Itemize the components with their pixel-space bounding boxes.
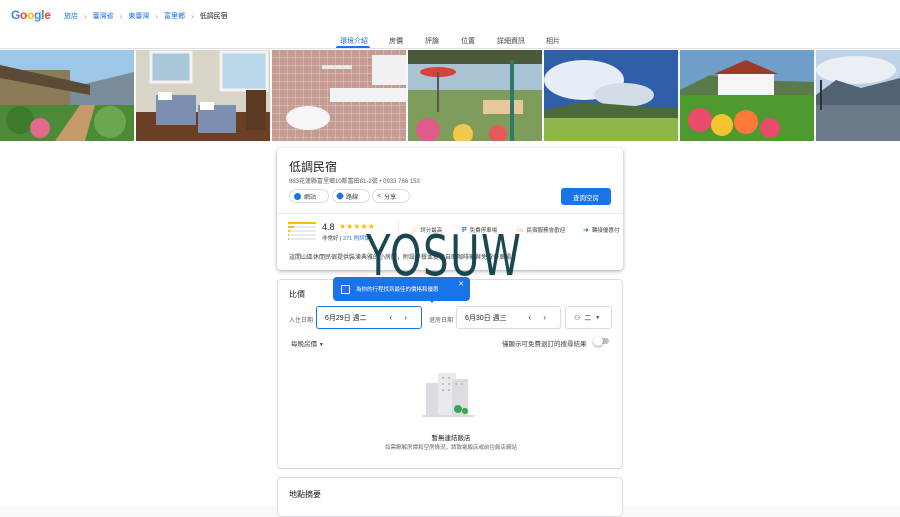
price-comparison-card: 比價 為你的行程找到最佳的價格和優惠 ✕ 入住日期 6月29日 週二 ‹ › 退… [277, 277, 623, 469]
logo-letter: o [27, 8, 35, 22]
logo-letter: g [34, 8, 42, 22]
tab-overview[interactable]: 環境介紹 [340, 36, 368, 46]
no-results-title: 暫無連結飯店 [431, 435, 471, 442]
amenity-service: ▭ 民宿服務會歡迎 [517, 226, 565, 234]
rating-score: 4.8 [322, 222, 335, 232]
logo-letter: e [44, 8, 51, 22]
breadcrumb-separator: › [155, 11, 159, 21]
guests-value: 二 [584, 314, 592, 322]
checkin-label: 入住日期 [289, 318, 314, 324]
logo-letter: G [11, 8, 21, 22]
logo-letter: o [20, 8, 28, 22]
arrow-icon: ➜ [583, 227, 589, 234]
person-icon: ⚇ [574, 314, 581, 322]
photo-sea-mountains[interactable] [816, 50, 900, 141]
chevron-down-icon: ▼ [595, 314, 601, 321]
chevron-down-icon: ▼ [318, 342, 324, 348]
tab-details[interactable]: 詳細資訊 [497, 36, 525, 46]
photo-garden-path[interactable] [0, 50, 134, 141]
breadcrumb-separator: › [191, 11, 194, 21]
share-icon: < [377, 192, 382, 200]
rating-distribution [288, 222, 316, 242]
photo-strip [0, 50, 900, 141]
breadcrumb-separator: › [84, 11, 87, 21]
breadcrumb: 旅店 › 臺灣省 › 東臺灣 › 富里鄉 › 低調民宿 [64, 11, 228, 21]
free-cancel-label: 僅顯示可免費退訂的搜尋結果 [502, 341, 587, 348]
tab-reviews[interactable]: 評論 [425, 36, 439, 46]
tab-photos[interactable]: 相片 [546, 36, 560, 46]
location-summary-title: 地點摘要 [289, 490, 321, 499]
amenity-transfer: ➜ 轉接優惠付 [583, 226, 619, 234]
location-summary-card: 地點摘要 [277, 477, 623, 517]
breadcrumb-item-hotels[interactable]: 旅店 [64, 11, 78, 21]
tooltip-arrow [427, 297, 437, 303]
card-divider [277, 213, 623, 214]
photo-twin-room[interactable] [136, 50, 270, 141]
rating-summary: 非常好 | 271 則評論 [322, 234, 370, 242]
breadcrumb-separator: › [119, 11, 123, 21]
date-nav-arrows-icon[interactable]: ‹ › [528, 313, 551, 322]
city-illustration [420, 365, 480, 419]
directions-button[interactable]: 路線 [332, 189, 370, 203]
website-button[interactable]: 網站 [289, 189, 329, 203]
amenity-label: 民宿服務會歡迎 [526, 228, 566, 234]
directions-icon [335, 191, 345, 201]
photo-house-flowers[interactable] [680, 50, 814, 141]
active-tab-indicator [336, 46, 370, 48]
rating-label: 非常好 [322, 236, 339, 242]
hotel-address: 983花蓮縣富里鄉10鄰富田81-2號 • 0933 766 153 [289, 179, 420, 185]
price-mode-label: 每晚房價 [291, 341, 317, 348]
google-logo[interactable]: Google [11, 8, 51, 22]
price-mode-dropdown[interactable]: 每晚房價 ▼ [291, 338, 324, 348]
guests-selector[interactable]: ⚇ 二 ▼ [565, 306, 612, 329]
directions-label: 路線 [346, 194, 359, 201]
amenity-label: 轉接優惠付 [591, 228, 620, 234]
breadcrumb-current: 低調民宿 [199, 13, 228, 20]
section-tabs: 環境介紹 房價 評論 位置 詳細資訊 相片 [0, 31, 900, 49]
checkout-date-field[interactable]: 6月30日 週三 ‹ › [456, 306, 561, 329]
top-bar: Google 旅店 › 臺灣省 › 東臺灣 › 富里鄉 › 低調民宿 [0, 0, 900, 31]
breadcrumb-item-east-taiwan[interactable]: 東臺灣 [128, 11, 149, 21]
share-button[interactable]: < 分享 [372, 189, 410, 203]
date-nav-arrows-icon[interactable]: ‹ › [389, 313, 412, 322]
tab-location[interactable]: 位置 [461, 36, 475, 46]
check-availability-button[interactable]: 查詢空房 [561, 188, 611, 205]
calendar-icon [341, 284, 350, 294]
globe-icon [294, 192, 301, 200]
breadcrumb-item-taiwan-province[interactable]: 臺灣省 [93, 11, 114, 21]
tab-prices[interactable]: 房價 [389, 36, 403, 46]
checkout-label: 退房日期 [429, 318, 454, 324]
hotel-name: 低調民宿 [289, 160, 338, 174]
photo-field-sky[interactable] [544, 50, 678, 141]
breadcrumb-item-fuli[interactable]: 富里鄉 [164, 11, 185, 21]
checkin-date-value: 6月29日 週二 [325, 314, 367, 322]
price-section-title: 比價 [289, 290, 305, 299]
checkout-date-value: 6月30日 週三 [465, 314, 507, 322]
watermark-text: YOSUW [366, 224, 523, 289]
no-results-subtitle: 如需瞭解房價和空房情況，請致電飯店或前往飯店網站 [384, 445, 517, 451]
website-label: 網站 [304, 194, 317, 201]
photo-bathroom[interactable] [272, 50, 406, 141]
photo-patio[interactable] [408, 50, 542, 141]
free-cancel-toggle[interactable] [593, 336, 609, 346]
checkin-date-field[interactable]: 6月29日 週二 ‹ › [316, 306, 422, 329]
share-label: 分享 [384, 194, 397, 201]
